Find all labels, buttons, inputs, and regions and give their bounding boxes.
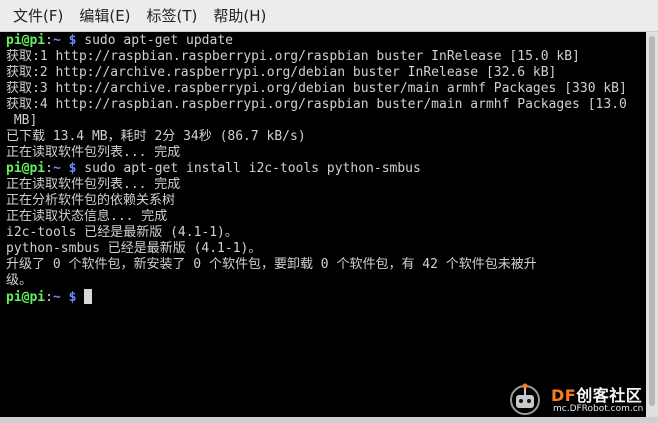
menu-tabs[interactable]: 标签(T) xyxy=(134,0,198,32)
prompt-separator: : xyxy=(45,290,53,305)
prompt-symbol: $ xyxy=(68,161,77,176)
watermark-url: mc.DFRobot.com.cn xyxy=(553,404,644,414)
output-line: 升级了 0 个软件包，新安装了 0 个软件包，要卸载 0 个软件包，有 42 个… xyxy=(6,257,537,272)
scrollbar-thumb[interactable] xyxy=(649,36,655,406)
output-line: python-smbus 已经是最新版 (4.1-1)。 xyxy=(6,241,262,256)
output-line: 级。 xyxy=(6,273,33,288)
output-line: 已下载 13.4 MB，耗时 2分 34秒 (86.7 kB/s) xyxy=(6,129,306,144)
vertical-scrollbar[interactable] xyxy=(646,32,658,417)
output-line: MB] xyxy=(6,113,38,128)
output-line: i2c-tools 已经是最新版 (4.1-1)。 xyxy=(6,225,238,240)
prompt-line: pi@pi:~ $ xyxy=(6,289,644,305)
watermark-brand-text: 创客社区 xyxy=(576,386,643,405)
prompt-symbol: $ xyxy=(68,290,77,305)
output-line: 获取:1 http://raspbian.raspberrypi.org/ras… xyxy=(6,49,580,64)
prompt-symbol: $ xyxy=(68,33,77,48)
menu-edit[interactable]: 编辑(E) xyxy=(66,0,130,32)
prompt-path: ~ xyxy=(52,290,61,305)
menu-help[interactable]: 帮助(H) xyxy=(200,0,266,32)
prompt-user: pi@pi xyxy=(6,161,46,176)
prompt-line: pi@pi:~ $ sudo apt-get install i2c-tools… xyxy=(6,161,644,177)
watermark-brand: DF创客社区 xyxy=(551,382,642,406)
prompt-user: pi@pi xyxy=(6,290,46,305)
output-line: 正在分析软件包的依赖关系树 xyxy=(6,193,176,208)
robot-logo-icon xyxy=(510,383,540,415)
prompt-line: pi@pi:~ $ sudo apt-get update xyxy=(6,33,644,49)
prompt-path: ~ xyxy=(52,161,61,176)
prompt-separator: : xyxy=(45,161,53,176)
text-cursor xyxy=(84,289,93,304)
command-text: sudo apt-get install i2c-tools python-sm… xyxy=(84,161,421,176)
menu-bar: 文件(F) 编辑(E) 标签(T) 帮助(H) xyxy=(0,0,658,32)
menu-file[interactable]: 文件(F) xyxy=(0,0,63,32)
watermark-brand-df: DF xyxy=(551,386,577,405)
prompt-path: ~ xyxy=(52,33,61,48)
output-line: 正在读取软件包列表... 完成 xyxy=(6,177,181,192)
output-line: 获取:4 http://raspbian.raspberrypi.org/ras… xyxy=(6,97,627,112)
prompt-user: pi@pi xyxy=(6,33,46,48)
output-line: 获取:2 http://archive.raspberrypi.org/debi… xyxy=(6,65,557,80)
prompt-separator: : xyxy=(45,33,53,48)
output-line: 正在读取状态信息... 完成 xyxy=(6,209,168,224)
output-line: 正在读取软件包列表... 完成 xyxy=(6,145,181,160)
command-text: sudo apt-get update xyxy=(84,33,233,48)
terminal-output[interactable]: pi@pi:~ $ sudo apt-get update 获取:1 http:… xyxy=(0,32,646,417)
dfrobot-watermark: DF创客社区 mc.DFRobot.com.cn xyxy=(505,378,655,418)
output-line: 获取:3 http://archive.raspberrypi.org/debi… xyxy=(6,81,627,96)
